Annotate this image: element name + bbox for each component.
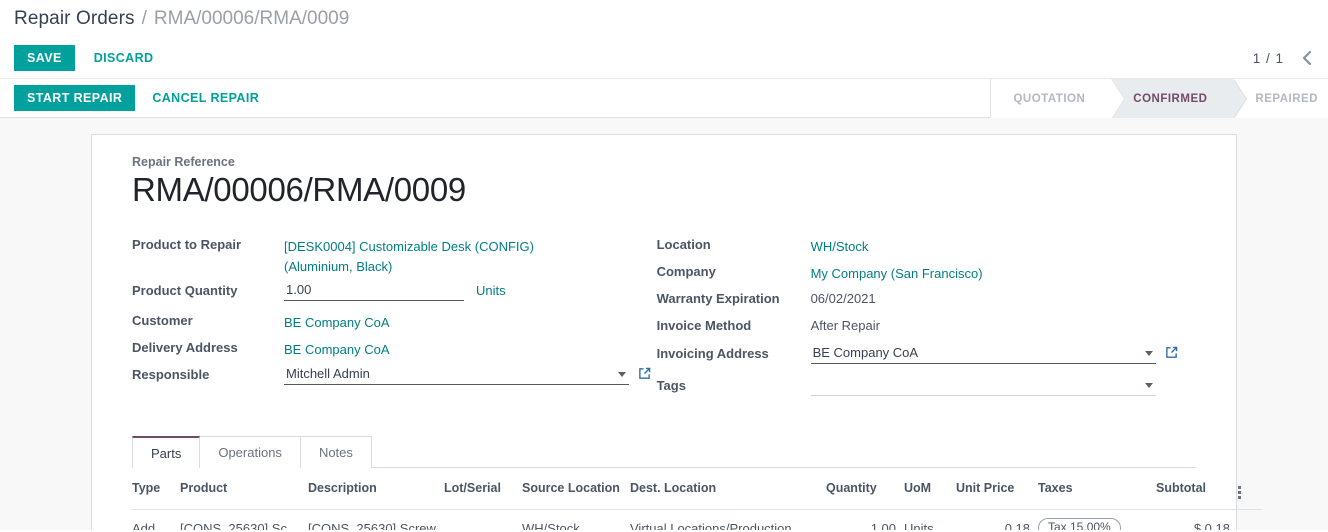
field-delivery-address: Delivery Address BE Company CoA	[132, 338, 657, 362]
form-column-right: Location WH/Stock Company My Company (Sa…	[657, 235, 1196, 403]
cell-quantity: 1.00	[826, 509, 904, 530]
column-header-uom[interactable]: UoM	[904, 467, 956, 510]
breadcrumb-current: RMA/00006/RMA/0009	[153, 8, 350, 29]
company-label: Company	[656, 263, 716, 279]
location-value[interactable]: WH/Stock	[811, 239, 869, 254]
breadcrumb-root-link[interactable]: Repair Orders	[14, 8, 135, 30]
form-columns: Product to Repair [DESK0004] Customizabl…	[132, 235, 1196, 403]
tab-parts[interactable]: Parts	[132, 435, 201, 468]
optional-columns-toggle[interactable]	[1238, 467, 1262, 510]
column-header-unit-price[interactable]: Unit Price	[956, 467, 1038, 510]
field-customer: Customer BE Company CoA	[132, 311, 657, 335]
status-bar: START REPAIR CANCEL REPAIR QUOTATION CON…	[0, 78, 1328, 118]
customer-label: Customer	[132, 313, 193, 329]
field-responsible: Responsible	[132, 365, 657, 389]
breadcrumb-separator: /	[141, 8, 147, 29]
notebook-tabs: Parts Operations Notes	[132, 435, 1196, 468]
field-product-quantity: Product Quantity Units	[132, 281, 657, 305]
table-row[interactable]: Add [CONS_25630] Screw [CONS_25630] Scre…	[132, 509, 1262, 530]
product-to-repair-label: Product to Repair	[132, 236, 242, 252]
tags-input[interactable]	[810, 375, 1156, 396]
save-button[interactable]: SAVE	[14, 44, 75, 72]
cell-unit-price: 0.18	[956, 509, 1038, 530]
status-badge: Tax 15.00%	[1038, 517, 1121, 530]
column-header-type[interactable]: Type	[132, 467, 180, 510]
product-quantity-input[interactable]	[284, 281, 464, 302]
customer-value[interactable]: BE Company CoA	[284, 315, 390, 330]
cell-dest-location: Virtual Locations/Production	[630, 509, 826, 530]
cancel-repair-button[interactable]: CANCEL REPAIR	[139, 85, 272, 112]
column-header-dest-location[interactable]: Dest. Location	[630, 467, 826, 510]
pager: 1 / 1	[1253, 38, 1314, 78]
field-tags: Tags	[656, 375, 1196, 400]
page-title: RMA/00006/RMA/0009	[132, 171, 466, 208]
delivery-address-value[interactable]: BE Company CoA	[284, 342, 390, 357]
field-invoice-method: Invoice Method After Repair	[657, 316, 1196, 340]
delivery-address-label: Delivery Address	[132, 340, 238, 356]
location-label: Location	[656, 236, 711, 252]
form-sheet: Repair Reference RMA/00006/RMA/0009 Prod…	[91, 134, 1262, 530]
stage-widget: QUOTATION CONFIRMED REPAIRED	[990, 79, 1328, 118]
column-header-description[interactable]: Description	[308, 467, 444, 510]
stage-quotation[interactable]: QUOTATION	[991, 79, 1126, 118]
cell-spacer	[1238, 509, 1262, 530]
external-link-icon-responsible[interactable]	[638, 367, 651, 383]
product-quantity-label: Product Quantity	[132, 283, 238, 299]
repair-reference-label: Repair Reference	[132, 155, 235, 169]
column-header-source-location[interactable]: Source Location	[522, 467, 630, 510]
cell-source-location: WH/Stock	[522, 509, 630, 530]
cell-description: [CONS_25630] Screw	[308, 509, 444, 530]
form-column-left: Product to Repair [DESK0004] Customizabl…	[132, 235, 657, 403]
field-company: Company My Company (San Francisco)	[657, 262, 1196, 286]
warranty-expiration-label: Warranty Expiration	[656, 290, 780, 306]
cell-subtotal: $ 0.18	[1156, 509, 1238, 530]
parts-table: Type Product Description Lot/Serial Sour…	[132, 467, 1262, 530]
content-area: Repair Reference RMA/00006/RMA/0009 Prod…	[0, 118, 1328, 530]
product-quantity-uom-label: Units	[476, 283, 506, 299]
field-product-to-repair: Product to Repair [DESK0004] Customizabl…	[132, 235, 657, 277]
column-header-lot-serial[interactable]: Lot/Serial	[444, 467, 522, 510]
stage-confirmed[interactable]: CONFIRMED	[1111, 79, 1248, 118]
start-repair-button[interactable]: START REPAIR	[14, 84, 136, 112]
invoice-method-label: Invoice Method	[656, 317, 752, 333]
cell-uom: Units	[904, 509, 956, 530]
cell-type: Add	[132, 509, 180, 530]
column-header-product[interactable]: Product	[180, 467, 308, 510]
field-invoicing-address: Invoicing Address	[656, 343, 1196, 368]
responsible-label: Responsible	[132, 367, 210, 383]
product-to-repair-value[interactable]: [DESK0004] Customizable Desk (CONFIG) (A…	[284, 237, 604, 277]
stage-repaired[interactable]: REPAIRED	[1233, 79, 1328, 118]
invoicing-address-label: Invoicing Address	[656, 345, 769, 361]
invoice-method-value: After Repair	[810, 317, 880, 333]
chevron-left-icon[interactable]	[1300, 49, 1314, 67]
record-action-row: SAVE DISCARD 1 / 1	[0, 38, 1328, 78]
cell-taxes: Tax 15.00%	[1038, 509, 1156, 530]
tab-notes[interactable]: Notes	[299, 435, 372, 468]
responsible-input[interactable]	[284, 365, 629, 386]
tab-operations[interactable]: Operations	[199, 435, 301, 468]
cell-product: [CONS_25630] Screw	[180, 509, 308, 530]
company-value[interactable]: My Company (San Francisco)	[811, 266, 983, 281]
column-header-subtotal[interactable]: Subtotal	[1156, 467, 1238, 510]
column-header-quantity[interactable]: Quantity	[826, 467, 904, 510]
external-link-icon-invoicing-address[interactable]	[1165, 346, 1178, 362]
breadcrumb: Repair Orders / RMA/00006/RMA/0009	[0, 0, 1328, 38]
discard-button[interactable]: DISCARD	[81, 45, 167, 72]
pager-count: 1 / 1	[1252, 50, 1284, 66]
table-header-row: Type Product Description Lot/Serial Sour…	[132, 467, 1262, 510]
cell-lot-serial	[444, 509, 522, 530]
warranty-expiration-value: 06/02/2021	[810, 290, 876, 306]
vertical-dots-icon[interactable]	[1238, 485, 1241, 499]
invoicing-address-input[interactable]	[810, 343, 1156, 364]
field-warranty-expiration: Warranty Expiration 06/02/2021	[657, 289, 1196, 313]
field-location: Location WH/Stock	[657, 235, 1196, 259]
column-header-taxes[interactable]: Taxes	[1038, 467, 1156, 510]
tags-label: Tags	[656, 377, 686, 393]
